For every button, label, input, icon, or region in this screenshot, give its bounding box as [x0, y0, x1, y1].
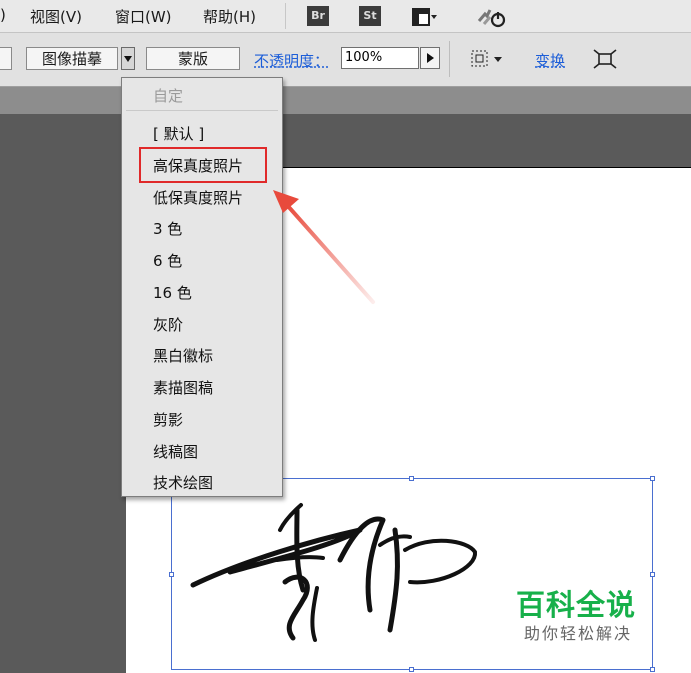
menu-item-help[interactable]: 帮助(H): [203, 6, 256, 27]
resize-handle-bottom[interactable]: [409, 667, 414, 672]
resize-handle-right[interactable]: [650, 572, 655, 577]
menu-item-black-white-logo[interactable]: 黑白徽标: [153, 345, 213, 366]
opacity-stepper-button[interactable]: [420, 47, 440, 69]
align-to-selection-icon[interactable]: [470, 49, 510, 69]
resize-handle-left[interactable]: [169, 572, 174, 577]
mask-button[interactable]: 蒙版: [146, 47, 240, 70]
menu-item-line-art[interactable]: 线稿图: [153, 441, 198, 462]
bridge-app-button[interactable]: Br: [307, 6, 329, 26]
menu-bar: ) 视图(V) 窗口(W) 帮助(H) Br St: [0, 0, 691, 33]
resize-handle-top-right[interactable]: [650, 476, 655, 481]
menu-header-custom: 自定: [153, 87, 184, 105]
menu-item-6-colors[interactable]: 6 色: [153, 250, 182, 271]
workspace-layout-icon[interactable]: [412, 7, 438, 27]
menu-item-cutoff[interactable]: ): [0, 6, 6, 24]
trace-preset-menu: 自定 [ 默认 ] 高保真度照片 低保真度照片 3 色 6 色 16 色 灰阶 …: [121, 77, 283, 497]
menu-divider: [126, 110, 278, 111]
menu-item-3-colors[interactable]: 3 色: [153, 218, 182, 239]
menu-item-grayscale[interactable]: 灰阶: [153, 314, 183, 335]
menu-item-window[interactable]: 窗口(W): [115, 6, 172, 27]
opacity-input[interactable]: 100%: [341, 47, 419, 69]
resize-handle-bottom-right[interactable]: [650, 667, 655, 672]
menu-separator: [285, 3, 286, 29]
stock-app-button[interactable]: St: [359, 6, 381, 26]
annotation-highlight-box: [139, 147, 267, 183]
opacity-label[interactable]: 不透明度：: [254, 50, 329, 71]
menu-item-technical-drawing[interactable]: 技术绘图: [153, 472, 213, 493]
transform-label[interactable]: 变换: [535, 50, 565, 71]
resize-handle-top[interactable]: [409, 476, 414, 481]
isolate-object-icon[interactable]: [591, 48, 619, 70]
image-trace-button[interactable]: 图像描摹: [26, 47, 118, 70]
watermark-title: 百科全说: [516, 588, 637, 622]
sync-settings-icon[interactable]: [476, 5, 510, 29]
watermark-subtitle: 助你轻松解决: [524, 624, 633, 643]
document-tab-strip: [0, 87, 691, 114]
menu-item-low-fidelity-photo[interactable]: 低保真度照片: [153, 187, 243, 208]
menu-item-16-colors[interactable]: 16 色: [153, 282, 192, 303]
menu-item-sketched-art[interactable]: 素描图稿: [153, 377, 213, 398]
toolbar-separator: [449, 41, 450, 77]
menu-item-silhouettes[interactable]: 剪影: [153, 409, 183, 430]
annotation-arrow-icon: [273, 190, 375, 304]
menu-item-default[interactable]: [ 默认 ]: [153, 123, 204, 144]
previous-control-button[interactable]: [0, 47, 12, 70]
menu-item-view[interactable]: 视图(V): [30, 6, 82, 27]
trace-preset-dropdown[interactable]: [121, 47, 135, 70]
